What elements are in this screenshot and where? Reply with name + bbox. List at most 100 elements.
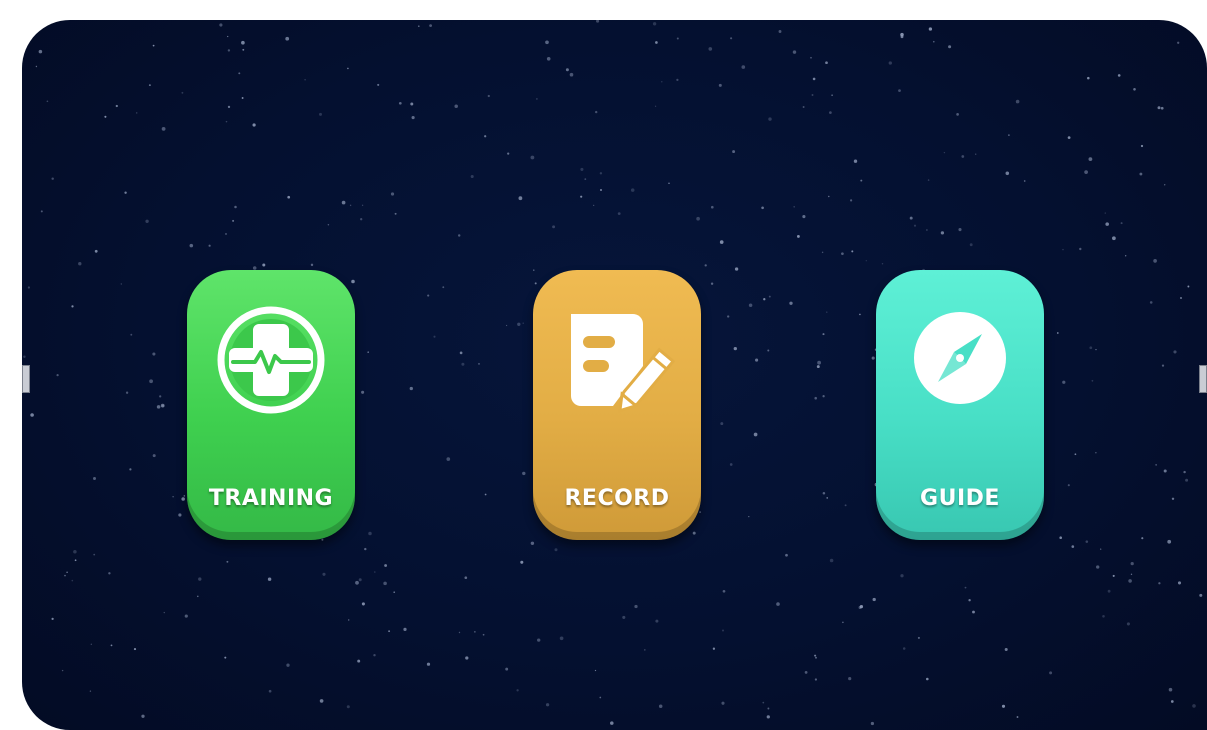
star: [1004, 647, 1008, 652]
star: [1157, 106, 1161, 110]
star: [569, 72, 574, 77]
training-button[interactable]: TRAINING: [187, 270, 355, 540]
record-label: RECORD: [564, 486, 670, 511]
star: [1008, 134, 1010, 136]
star: [66, 571, 68, 573]
star: [287, 195, 291, 199]
star: [505, 667, 509, 671]
star: [1071, 545, 1075, 548]
star: [1085, 540, 1089, 543]
star: [152, 352, 156, 356]
star: [676, 37, 679, 40]
star: [145, 219, 149, 223]
star: [516, 689, 519, 692]
star: [822, 333, 825, 336]
star: [530, 541, 535, 546]
star: [763, 298, 766, 301]
star: [1107, 589, 1111, 593]
left-edge-handle[interactable]: [22, 365, 30, 393]
star: [1088, 157, 1093, 161]
star: [741, 65, 746, 69]
star: [719, 240, 724, 244]
star: [152, 454, 156, 458]
star: [926, 229, 928, 231]
star: [928, 27, 933, 31]
star: [1112, 236, 1116, 241]
star: [484, 135, 487, 138]
star: [224, 656, 227, 659]
star: [842, 621, 844, 624]
star: [533, 269, 535, 271]
star: [262, 263, 266, 267]
star: [388, 630, 391, 633]
star: [429, 24, 432, 27]
star: [828, 195, 830, 198]
star: [859, 313, 861, 316]
star: [696, 216, 700, 221]
star: [748, 303, 753, 308]
star: [227, 35, 229, 38]
star: [1074, 453, 1077, 456]
star: [393, 591, 396, 594]
right-edge-handle[interactable]: [1199, 365, 1207, 393]
star: [776, 602, 780, 606]
star: [1059, 536, 1062, 539]
star: [761, 206, 764, 210]
star: [361, 390, 365, 394]
star: [93, 553, 96, 556]
star: [374, 571, 376, 573]
star: [346, 705, 350, 709]
star: [227, 49, 231, 52]
star: [831, 94, 833, 96]
star: [1023, 180, 1026, 182]
star: [1192, 704, 1196, 708]
star: [520, 560, 524, 564]
record-button[interactable]: RECORD: [533, 270, 701, 540]
star: [1177, 581, 1182, 585]
star: [668, 182, 670, 184]
star: [1180, 297, 1182, 299]
star: [442, 286, 445, 289]
star: [522, 471, 526, 476]
star: [1158, 582, 1161, 585]
star: [51, 177, 54, 180]
star: [804, 671, 808, 674]
star: [815, 656, 817, 659]
star: [871, 356, 875, 360]
star: [1001, 704, 1006, 708]
star: [238, 72, 241, 75]
star: [1130, 561, 1134, 566]
star: [841, 252, 844, 256]
star: [226, 560, 229, 563]
star: [1128, 579, 1132, 583]
star: [802, 106, 805, 108]
star: [580, 167, 584, 171]
star: [699, 511, 701, 513]
star: [811, 94, 814, 96]
star: [93, 477, 96, 480]
star: [634, 604, 638, 609]
star: [961, 155, 965, 158]
star: [426, 662, 431, 666]
star: [958, 228, 962, 232]
star: [505, 324, 508, 327]
star: [546, 57, 551, 61]
guide-label: GUIDE: [920, 486, 1000, 511]
star: [51, 617, 54, 621]
star: [184, 614, 188, 618]
star: [241, 97, 244, 99]
star: [1120, 222, 1123, 225]
star: [133, 648, 137, 651]
star: [227, 105, 231, 109]
star: [1139, 172, 1143, 176]
star: [708, 47, 713, 51]
star: [398, 101, 402, 105]
star: [130, 333, 133, 336]
star: [219, 23, 223, 27]
star: [470, 174, 474, 179]
star: [459, 351, 463, 355]
star: [427, 294, 430, 297]
guide-button[interactable]: GUIDE: [876, 270, 1044, 540]
star: [1104, 212, 1106, 214]
star: [753, 432, 758, 437]
